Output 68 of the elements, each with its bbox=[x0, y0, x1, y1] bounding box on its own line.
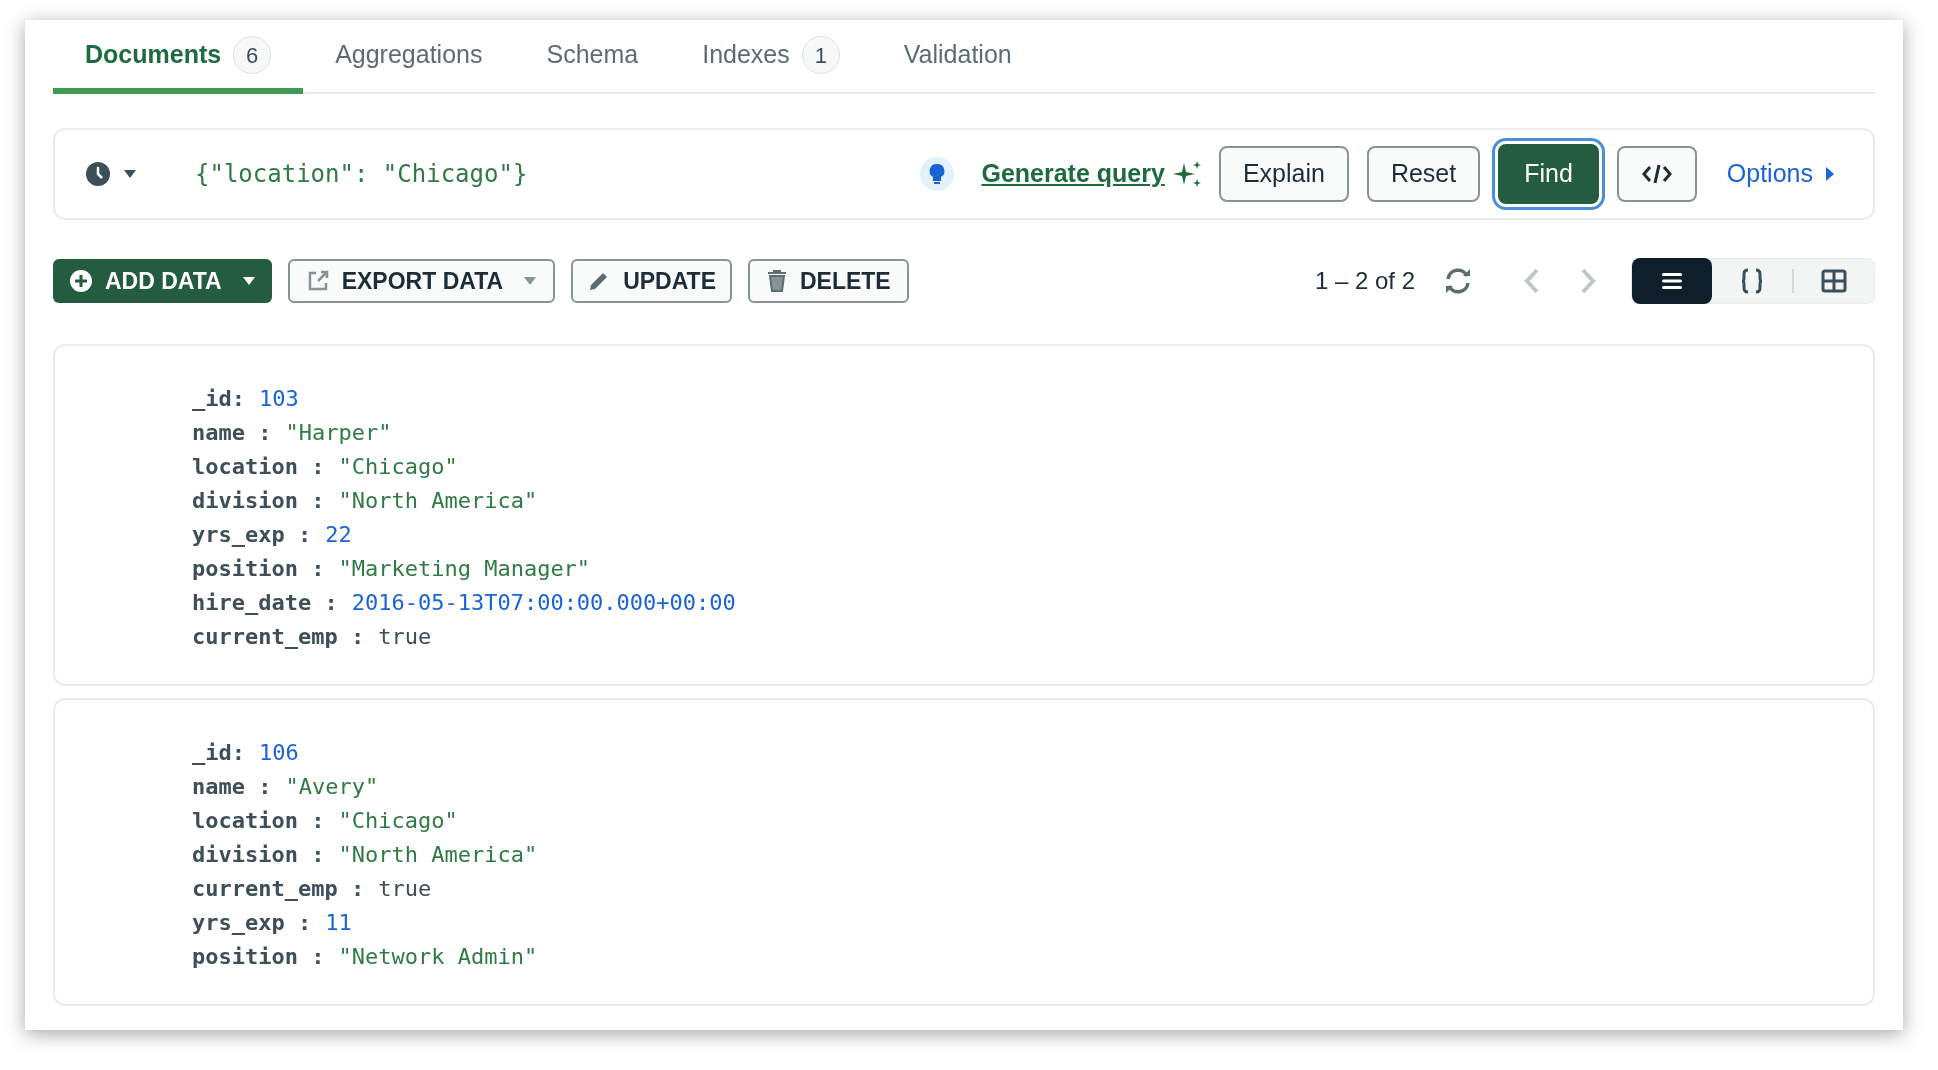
tab[interactable]: Indexes 1 bbox=[670, 22, 872, 94]
tab-label: Aggregations bbox=[335, 39, 483, 71]
table-view-icon bbox=[1821, 269, 1847, 293]
field-key: yrs_exp : bbox=[192, 906, 312, 939]
refresh-icon[interactable] bbox=[1443, 267, 1473, 295]
tab-label: Validation bbox=[903, 39, 1012, 71]
field-key: _id: bbox=[192, 736, 245, 769]
pagination-text: 1 – 2 of 2 bbox=[1314, 266, 1415, 296]
caret-icon bbox=[241, 276, 256, 286]
field-key: current_emp : bbox=[192, 620, 365, 653]
field-value: true bbox=[378, 623, 432, 651]
field-value: 11 bbox=[325, 909, 352, 937]
update-button[interactable]: UPDATE bbox=[571, 259, 732, 303]
tab-label: Schema bbox=[546, 39, 639, 71]
query-button[interactable]: Reset bbox=[1366, 146, 1481, 202]
field-key: hire_date : bbox=[192, 586, 338, 619]
field-value: "Chicago" bbox=[338, 453, 458, 481]
export-data-button[interactable]: EXPORT DATA bbox=[287, 259, 556, 303]
lightbulb-icon bbox=[919, 156, 956, 192]
field-key: position : bbox=[192, 940, 325, 973]
options-link[interactable]: Options bbox=[1726, 155, 1835, 193]
delete-button[interactable]: DELETE bbox=[748, 259, 909, 303]
field-key: name : bbox=[192, 770, 272, 803]
field-value: "Marketing Manager" bbox=[338, 555, 591, 583]
clock-icon[interactable] bbox=[85, 161, 111, 187]
caret-icon bbox=[523, 276, 538, 286]
caret-icon[interactable] bbox=[123, 169, 137, 179]
tab[interactable]: Documents 6 bbox=[53, 22, 304, 94]
query-input[interactable]: {"location": "Chicago"} bbox=[195, 156, 528, 192]
code-icon bbox=[1641, 163, 1672, 185]
tab[interactable]: Aggregations bbox=[303, 22, 515, 94]
add-data-button[interactable]: ADD DATA bbox=[53, 259, 272, 303]
view-button[interactable] bbox=[1632, 258, 1712, 304]
field-value: "North America" bbox=[338, 841, 538, 869]
field-value: 106 bbox=[259, 739, 299, 767]
field-key: yrs_exp : bbox=[192, 518, 312, 551]
field-key: position : bbox=[192, 552, 325, 585]
field-value: "Avery" bbox=[285, 773, 379, 801]
tab[interactable]: Validation bbox=[871, 22, 1044, 94]
plus-icon bbox=[69, 269, 93, 293]
field-value: "Chicago" bbox=[338, 807, 458, 835]
field-key: _id: bbox=[192, 382, 245, 415]
field-value: "Harper" bbox=[285, 419, 392, 447]
field-key: division : bbox=[192, 484, 325, 517]
query-button[interactable]: Explain bbox=[1218, 146, 1349, 202]
field-key: location : bbox=[192, 450, 325, 483]
tab[interactable]: Schema bbox=[514, 22, 671, 94]
generate-query-link[interactable]: Generate query bbox=[981, 155, 1165, 193]
trash-icon bbox=[766, 269, 788, 293]
tab-label: Indexes bbox=[702, 39, 790, 71]
field-key: division : bbox=[192, 838, 325, 871]
field-value: 103 bbox=[259, 385, 299, 413]
field-key: current_emp : bbox=[192, 872, 365, 905]
field-key: location : bbox=[192, 804, 325, 837]
braces-icon bbox=[1740, 267, 1764, 295]
field-value: "Network Admin" bbox=[338, 943, 538, 971]
code-button[interactable] bbox=[1616, 146, 1697, 202]
caret-icon bbox=[1825, 166, 1835, 182]
field-value: true bbox=[378, 875, 432, 903]
field-value: 22 bbox=[325, 521, 352, 549]
field-key: name : bbox=[192, 416, 272, 449]
field-value: 2016-05-13T07:00:00.000+00:00 bbox=[351, 589, 736, 617]
count-badge: 6 bbox=[233, 36, 272, 74]
tab-label: Documents bbox=[85, 39, 222, 71]
field-value: "North America" bbox=[338, 487, 538, 515]
count-badge: 1 bbox=[801, 36, 840, 74]
sparkle-icon bbox=[1172, 159, 1203, 189]
list-view-icon bbox=[1660, 271, 1684, 291]
